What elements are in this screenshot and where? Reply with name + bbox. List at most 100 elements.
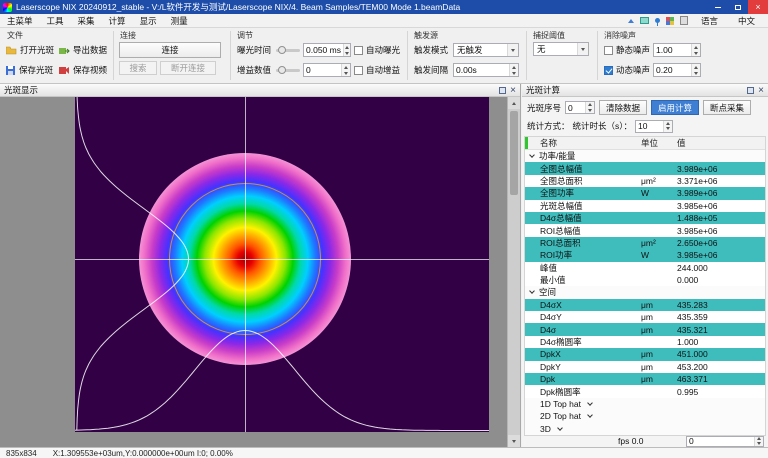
menu-acquisition[interactable]: 采集 — [71, 14, 102, 27]
spin-down-icon[interactable] — [692, 50, 700, 56]
table-row[interactable]: Dpkμm463.371 — [525, 373, 765, 385]
dynamic-noise-spinbox[interactable]: 0.20 — [653, 63, 701, 77]
clear-data-button[interactable]: 清除数据 — [599, 100, 647, 115]
exposure-spinbox[interactable]: 0.050 ms — [303, 43, 351, 57]
dynamic-noise-checkbox[interactable] — [604, 66, 613, 75]
collapse-arrow-icon[interactable] — [628, 19, 634, 23]
disconnect-button[interactable]: 断开连接 — [160, 61, 216, 75]
threshold-combobox[interactable]: 无 — [533, 42, 589, 56]
spin-down-icon[interactable] — [692, 70, 700, 76]
table-row[interactable]: 最小值0.000 — [525, 274, 765, 286]
save-icon — [6, 66, 16, 75]
display-icon[interactable] — [640, 17, 649, 24]
table-row[interactable]: 峰值244.000 — [525, 262, 765, 274]
save-video-button[interactable]: 保存视频 — [57, 63, 110, 77]
combo-arrow-icon[interactable] — [507, 44, 518, 56]
table-row[interactable]: ROI功率W3.985e+06 — [525, 249, 765, 261]
spin-down-icon[interactable] — [664, 126, 672, 132]
table-row[interactable]: D4σXμm435.283 — [525, 299, 765, 311]
group-row[interactable]: 功率/能量 — [525, 150, 765, 162]
cell-name: D4σX — [525, 300, 641, 310]
table-row[interactable]: D4σ椭圆率1.000 — [525, 336, 765, 348]
table-row[interactable]: D4σYμm435.359 — [525, 311, 765, 323]
menu-calculate[interactable]: 计算 — [102, 14, 133, 27]
scroll-up-icon[interactable] — [508, 97, 520, 109]
menu-language-value[interactable]: 中文 — [731, 15, 762, 27]
table-row[interactable]: 全图总幅值3.989e+06 — [525, 162, 765, 174]
app-icon — [3, 3, 12, 12]
auto-gain-checkbox[interactable] — [354, 66, 363, 75]
group-row[interactable]: 空间 — [525, 286, 765, 298]
expander-icon[interactable] — [557, 425, 563, 431]
static-noise-spinbox[interactable]: 1.00 — [653, 43, 701, 57]
float-panel-icon[interactable] — [747, 87, 754, 94]
table-row[interactable]: D4σμm435.321 — [525, 323, 765, 335]
float-panel-icon[interactable] — [499, 87, 506, 94]
minimize-button[interactable] — [708, 0, 728, 14]
table-row[interactable]: DpkYμm453.200 — [525, 361, 765, 373]
export-data-button[interactable]: 导出数据 — [57, 43, 110, 57]
table-row[interactable]: ROI总幅值3.985e+06 — [525, 224, 765, 236]
menu-main[interactable]: 主菜单 — [0, 14, 40, 27]
spin-down-icon[interactable] — [755, 441, 763, 446]
table-row[interactable]: DpkXμm451.000 — [525, 348, 765, 360]
beam-image[interactable] — [75, 97, 489, 432]
display-vertical-scrollbar[interactable] — [507, 97, 520, 447]
table-row[interactable]: D4σ总幅值1.488e+05 — [525, 212, 765, 224]
menu-display[interactable]: 显示 — [133, 14, 164, 27]
table-row[interactable]: Dpk椭圆率0.995 — [525, 385, 765, 397]
pin-icon[interactable] — [655, 18, 660, 23]
gain-spinbox[interactable]: 0 — [303, 63, 351, 77]
expander-icon[interactable] — [587, 400, 593, 406]
group-row[interactable]: 3D — [525, 423, 765, 435]
spot-index-spinner[interactable]: 0 — [565, 101, 595, 114]
search-button[interactable]: 搜索 — [119, 61, 157, 75]
exposure-slider[interactable] — [276, 49, 300, 52]
cell-unit: μm — [641, 362, 677, 372]
connect-button[interactable]: 连接 — [119, 42, 221, 58]
table-row[interactable]: 全图功率W3.989e+06 — [525, 187, 765, 199]
gain-slider[interactable] — [276, 69, 300, 72]
exposure-slider-handle[interactable] — [278, 46, 286, 54]
scroll-down-icon[interactable] — [508, 435, 520, 447]
menu-tools[interactable]: 工具 — [40, 14, 71, 27]
static-noise-checkbox[interactable] — [604, 46, 613, 55]
maximize-button[interactable] — [728, 0, 748, 14]
table-row[interactable]: ROI总面积μm²2.650e+06 — [525, 237, 765, 249]
spin-down-icon[interactable] — [586, 108, 594, 114]
spin-down-icon[interactable] — [342, 70, 350, 76]
stats-duration-spinner[interactable]: 10 — [635, 120, 673, 133]
breakpoint-capture-button[interactable]: 断点采集 — [703, 100, 751, 115]
spin-down-icon[interactable] — [510, 70, 518, 76]
toolbar-separator — [597, 31, 598, 80]
save-spot-button[interactable]: 保存光斑 — [4, 63, 57, 77]
trigger-interval-spinbox[interactable]: 0.00s — [453, 63, 519, 77]
close-panel-icon[interactable]: × — [758, 87, 764, 94]
table-row[interactable]: 全图总面积μm²3.371e+06 — [525, 175, 765, 187]
cell-name: D4σY — [525, 312, 641, 322]
group-row[interactable]: 2D Top hat — [525, 410, 765, 422]
spin-down-icon[interactable] — [344, 50, 350, 56]
footer-spinner[interactable]: 0 — [686, 436, 764, 447]
close-panel-icon[interactable]: × — [510, 87, 516, 94]
gain-slider-handle[interactable] — [278, 66, 286, 74]
expander-icon[interactable] — [529, 152, 535, 158]
trigger-mode-combobox[interactable]: 无触发 — [453, 43, 519, 57]
results-table-header: 名称 单位 值 — [525, 137, 765, 150]
scrollbar-thumb[interactable] — [510, 111, 518, 195]
combo-arrow-icon[interactable] — [577, 43, 588, 55]
close-button[interactable]: × — [748, 0, 768, 14]
expander-icon[interactable] — [529, 289, 535, 295]
auto-exposure-checkbox[interactable] — [354, 46, 363, 55]
open-spot-button[interactable]: 打开光斑 — [4, 43, 57, 57]
group-row[interactable]: 1D Top hat — [525, 398, 765, 410]
enable-calc-button[interactable]: 启用计算 — [651, 100, 699, 115]
table-row[interactable]: 光斑总幅值3.985e+06 — [525, 200, 765, 212]
display-content — [0, 97, 507, 447]
palette-icon[interactable] — [666, 17, 674, 25]
expander-icon[interactable] — [587, 413, 593, 419]
calculator-icon[interactable] — [680, 16, 688, 25]
menu-measure[interactable]: 测量 — [164, 14, 195, 27]
menu-language-label[interactable]: 语言 — [694, 15, 725, 27]
dynamic-noise-value: 0.20 — [654, 64, 691, 76]
